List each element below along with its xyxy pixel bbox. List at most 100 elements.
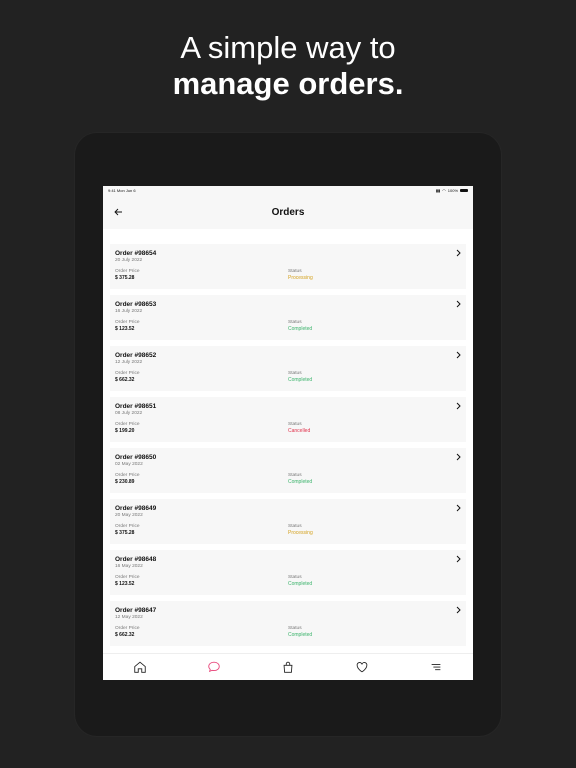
order-details: Order Price $ 375.28 Status Processing xyxy=(115,269,466,282)
order-details: Order Price $ 199.20 Status Cancelled xyxy=(115,422,466,435)
tab-home[interactable] xyxy=(132,659,148,675)
battery-percent: 100% xyxy=(447,188,458,193)
order-status-block: Status Processing xyxy=(288,524,313,537)
order-date: 12 July 2022 xyxy=(115,360,143,365)
order-id: Order #98649 xyxy=(115,505,157,512)
order-price: $ 123.52 xyxy=(115,326,135,332)
order-status-badge: Completed xyxy=(288,479,313,485)
order-price-block: Order Price $ 662.32 xyxy=(115,371,288,384)
order-status-badge: Completed xyxy=(288,581,313,587)
order-status-block: Status Completed xyxy=(288,626,312,639)
order-status-block: Status Processing xyxy=(288,269,313,282)
arrow-left-icon xyxy=(113,208,122,216)
order-date: 20 May 2022 xyxy=(115,513,143,518)
signal-icon: ▮▮ xyxy=(435,188,441,193)
order-price-block: Order Price $ 662.32 xyxy=(115,626,288,639)
order-status-block: Status Completed xyxy=(288,371,312,384)
order-card[interactable]: Order #98654 20 July 2022 Order Price $ … xyxy=(110,244,466,289)
order-date: 08 July 2022 xyxy=(115,411,143,416)
order-date: 12 May 2022 xyxy=(115,615,143,620)
battery-icon xyxy=(460,189,468,192)
headline-line-2: manage orders. xyxy=(172,66,404,101)
order-price: $ 375.28 xyxy=(115,275,135,281)
orders-list: Order #98654 20 July 2022 Order Price $ … xyxy=(103,229,473,646)
chevron-right-icon[interactable] xyxy=(455,300,462,308)
order-price: $ 123.52 xyxy=(115,581,135,587)
back-button[interactable] xyxy=(111,205,125,219)
order-status-block: Status Completed xyxy=(288,575,312,588)
chevron-right-icon[interactable] xyxy=(455,606,462,614)
order-status-badge: Completed xyxy=(288,377,313,383)
order-id: Order #98652 xyxy=(115,352,157,359)
order-id: Order #98647 xyxy=(115,607,157,614)
chevron-right-icon[interactable] xyxy=(455,249,462,257)
tab-heart[interactable] xyxy=(354,659,370,675)
order-status-block: Status Completed xyxy=(288,473,312,486)
order-card[interactable]: Order #98647 12 May 2022 Order Price $ 6… xyxy=(110,601,466,646)
order-price: $ 230.89 xyxy=(115,479,135,485)
order-id: Order #98654 xyxy=(115,250,157,257)
status-date: Mon Jun 6 xyxy=(116,188,136,193)
order-date: 02 May 2022 xyxy=(115,462,143,467)
order-status-badge: Cancelled xyxy=(288,428,311,434)
status-right: ▮▮ ◠ 100% xyxy=(436,188,468,193)
tab-menu[interactable] xyxy=(428,659,444,675)
chevron-right-icon[interactable] xyxy=(455,555,462,563)
order-card[interactable]: Order #98651 08 July 2022 Order Price $ … xyxy=(110,397,466,442)
order-status-badge: Processing xyxy=(288,530,313,536)
nav-bar: Orders xyxy=(103,195,473,229)
wifi-icon: ◠ xyxy=(442,188,446,193)
tab-bar xyxy=(103,653,473,680)
order-price-block: Order Price $ 375.28 xyxy=(115,269,288,282)
app-screen: 9:41 Mon Jun 6 ▮▮ ◠ 100% Orders Order #9… xyxy=(103,186,473,680)
order-price-block: Order Price $ 123.52 xyxy=(115,320,288,333)
order-details: Order Price $ 123.52 Status Completed xyxy=(115,320,466,333)
status-bar: 9:41 Mon Jun 6 ▮▮ ◠ 100% xyxy=(103,186,473,195)
page-title: Orders xyxy=(271,206,305,218)
status-time: 9:41 Mon Jun 6 xyxy=(108,188,136,193)
chevron-right-icon[interactable] xyxy=(455,351,462,359)
order-id: Order #98648 xyxy=(115,556,157,563)
chevron-right-icon[interactable] xyxy=(455,453,462,461)
order-status-block: Status Completed xyxy=(288,320,312,333)
order-card[interactable]: Order #98649 20 May 2022 Order Price $ 3… xyxy=(110,499,466,544)
order-details: Order Price $ 230.89 Status Completed xyxy=(115,473,466,486)
order-card[interactable]: Order #98653 16 July 2022 Order Price $ … xyxy=(110,295,466,340)
order-price: $ 662.32 xyxy=(115,377,135,383)
order-price-block: Order Price $ 375.28 xyxy=(115,524,288,537)
order-id: Order #98653 xyxy=(115,301,157,308)
order-details: Order Price $ 662.32 Status Completed xyxy=(115,371,466,384)
order-status-block: Status Cancelled xyxy=(288,422,310,435)
order-details: Order Price $ 123.52 Status Completed xyxy=(115,575,466,588)
order-price: $ 375.28 xyxy=(115,530,135,536)
tab-chat-bubble[interactable] xyxy=(206,659,222,675)
order-card[interactable]: Order #98650 02 May 2022 Order Price $ 2… xyxy=(110,448,466,493)
marketing-headline: A simple way to manage orders. xyxy=(0,30,576,102)
order-date: 16 May 2022 xyxy=(115,564,143,569)
menu-icon xyxy=(431,663,441,671)
home-icon xyxy=(134,661,146,673)
order-id: Order #98651 xyxy=(115,403,157,410)
order-date: 20 July 2022 xyxy=(115,258,143,263)
order-price-block: Order Price $ 123.52 xyxy=(115,575,288,588)
shopping-bag-icon xyxy=(283,661,293,673)
chevron-right-icon[interactable] xyxy=(455,402,462,410)
order-price: $ 662.32 xyxy=(115,632,135,638)
order-card[interactable]: Order #98648 16 May 2022 Order Price $ 1… xyxy=(110,550,466,595)
order-status-badge: Completed xyxy=(288,632,313,638)
order-status-badge: Completed xyxy=(288,326,313,332)
chevron-right-icon[interactable] xyxy=(455,504,462,512)
tab-shopping-bag[interactable] xyxy=(280,659,296,675)
order-price: $ 199.20 xyxy=(115,428,135,434)
order-card[interactable]: Order #98652 12 July 2022 Order Price $ … xyxy=(110,346,466,391)
order-details: Order Price $ 375.28 Status Processing xyxy=(115,524,466,537)
order-price-block: Order Price $ 199.20 xyxy=(115,422,288,435)
chat-bubble-icon xyxy=(208,661,220,673)
order-details: Order Price $ 662.32 Status Completed xyxy=(115,626,466,639)
status-clock: 9:41 xyxy=(108,188,116,193)
headline-line-1: A simple way to xyxy=(180,30,396,65)
order-price-block: Order Price $ 230.89 xyxy=(115,473,288,486)
order-id: Order #98650 xyxy=(115,454,157,461)
heart-icon xyxy=(356,662,368,673)
order-date: 16 July 2022 xyxy=(115,309,143,314)
